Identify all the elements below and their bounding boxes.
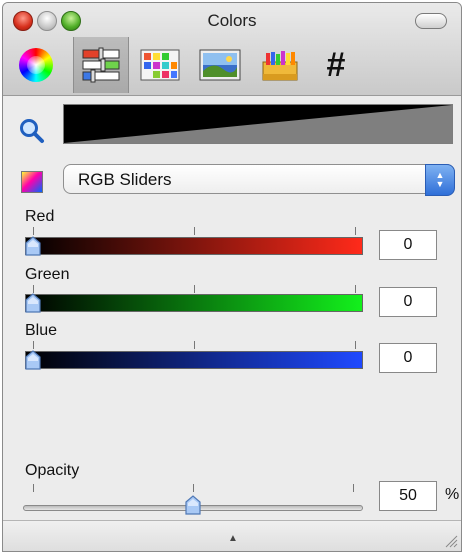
blue-label: Blue xyxy=(25,322,58,339)
blue-value-field[interactable]: 0 xyxy=(379,343,437,373)
mode-popup-label: RGB Sliders xyxy=(78,170,172,189)
opacity-value-field[interactable]: 50 xyxy=(379,481,437,511)
crayons-icon xyxy=(262,51,298,81)
mode-popup[interactable]: RGB Sliders ▲ ▼ xyxy=(63,164,455,196)
color-swatch-well[interactable] xyxy=(63,104,453,144)
red-slider-track[interactable] xyxy=(25,237,363,255)
green-label: Green xyxy=(25,266,70,283)
image-palette-icon xyxy=(199,49,241,81)
title-bar: Colors # xyxy=(3,3,461,96)
tool-color-sliders[interactable] xyxy=(73,37,129,93)
tool-hex[interactable]: # xyxy=(309,37,363,93)
tool-crayons[interactable] xyxy=(253,37,307,93)
tool-color-palettes[interactable] xyxy=(133,37,187,93)
color-sliders-icon xyxy=(82,47,120,83)
color-mode-icon xyxy=(21,171,43,193)
magnifier-icon[interactable] xyxy=(19,118,45,149)
color-wheel-icon xyxy=(19,48,53,82)
red-slider-thumb[interactable] xyxy=(25,236,41,256)
blue-slider-thumb[interactable] xyxy=(25,350,41,370)
drawer-handle-icon[interactable]: ▲ xyxy=(228,533,238,544)
toolbar-toggle-button[interactable] xyxy=(415,13,447,29)
picker-content: RGB Sliders ▲ ▼ Red 0 Green 0 Blue 0 Opa… xyxy=(3,96,461,551)
blue-slider-track[interactable] xyxy=(25,351,363,369)
green-slider-track[interactable] xyxy=(25,294,363,312)
green-slider-thumb[interactable] xyxy=(25,293,41,313)
red-value-field[interactable]: 0 xyxy=(379,230,437,260)
red-ticks xyxy=(33,227,356,237)
tool-image-palettes[interactable] xyxy=(193,37,247,93)
popup-arrows-icon: ▲ ▼ xyxy=(425,164,455,196)
opacity-slider-thumb[interactable] xyxy=(185,495,201,515)
color-palettes-icon xyxy=(140,49,180,81)
red-label: Red xyxy=(25,208,55,225)
drawer-footer: ▲ xyxy=(3,520,461,551)
green-value-field[interactable]: 0 xyxy=(379,287,437,317)
blue-ticks xyxy=(33,341,356,351)
tool-color-wheel[interactable] xyxy=(9,37,63,93)
colors-window: Colors # RGB Sliders ▲ ▼ Red 0 Green 0 B… xyxy=(2,2,462,552)
opacity-label: Opacity xyxy=(25,462,80,479)
resize-grip-icon[interactable] xyxy=(444,534,458,548)
window-title: Colors xyxy=(207,11,257,30)
hex-hash-icon: # xyxy=(326,45,346,84)
opacity-unit-label: % xyxy=(445,486,460,503)
opacity-ticks xyxy=(33,484,354,494)
